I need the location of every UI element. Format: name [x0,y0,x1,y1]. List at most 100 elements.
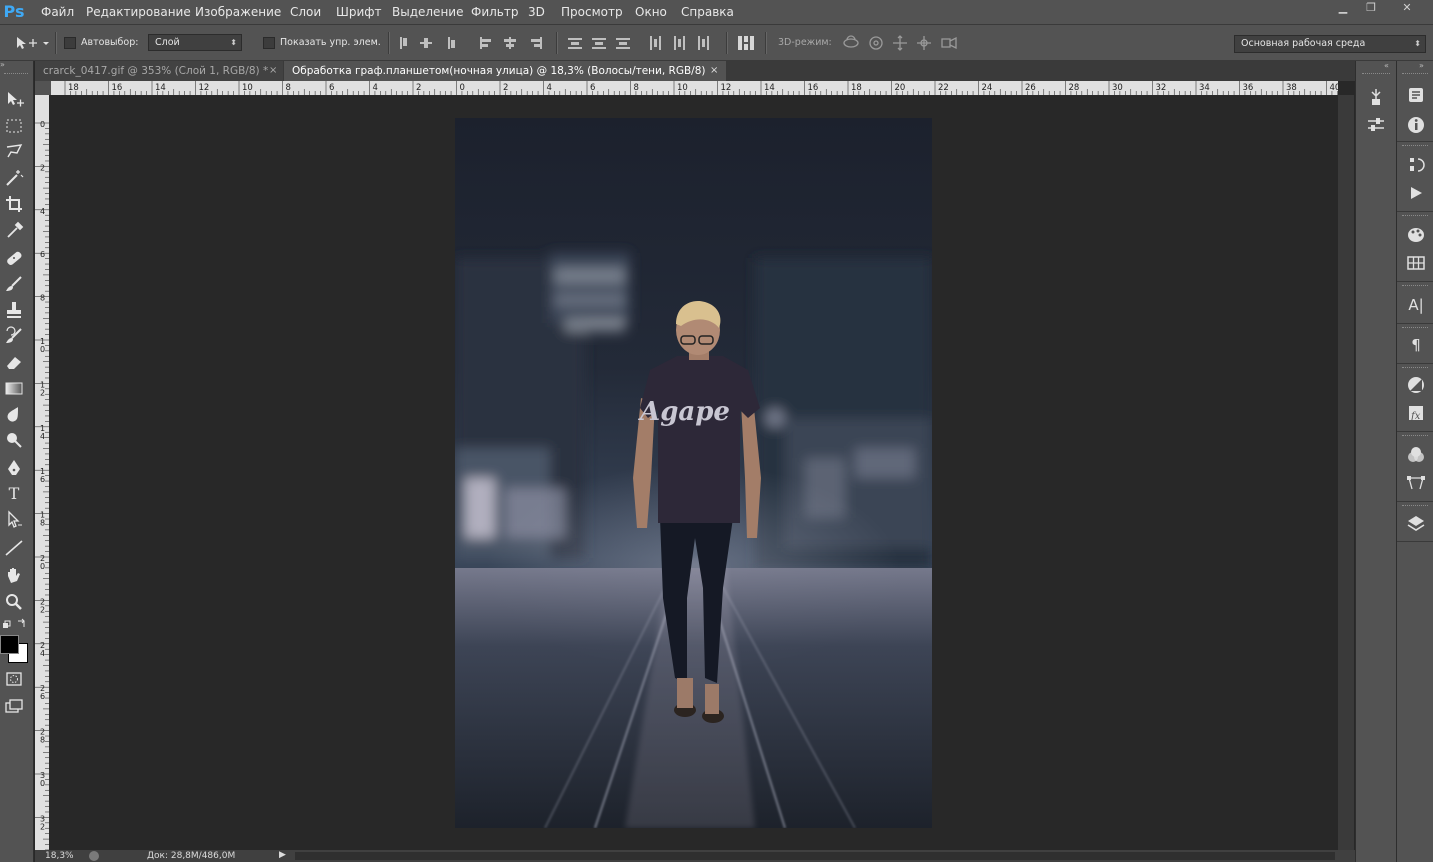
divider [1397,141,1433,142]
brush-presets-button[interactable] [1366,87,1386,107]
line-tool[interactable] [3,537,25,559]
collapse-toolbox-icon[interactable]: » [0,61,33,69]
close-tab-icon[interactable]: × [710,61,718,81]
color-swap-row [2,617,30,631]
menu-window[interactable]: Окно [635,0,667,24]
tool-presets-button[interactable] [1366,115,1386,135]
styles-panel-button[interactable] [1406,253,1426,273]
tab-document-2[interactable]: Обработка граф.планшетом(ночная улица) @… [284,61,726,81]
workspace-dropdown[interactable]: Основная рабочая среда ⬍ [1234,35,1426,53]
close-window-button[interactable]: ✕ [1386,0,1428,16]
divider [556,32,558,54]
divider [1397,541,1433,542]
panel-grip[interactable] [1402,505,1428,509]
paths-panel-button[interactable] [1406,473,1426,493]
dodge-tool[interactable] [3,429,25,451]
distribute-group [566,35,716,51]
menu-select[interactable]: Выделение [392,0,463,24]
styles-fx-panel-button[interactable]: fx [1406,403,1426,423]
horizontal-scrollbar[interactable] [295,852,1335,860]
ruler-origin[interactable] [35,81,51,95]
move-tool[interactable] [3,89,25,111]
panel-grip[interactable] [1402,327,1428,331]
vertical-scrollbar[interactable] [1338,95,1354,850]
healing-brush-tool[interactable] [3,247,25,269]
auto-align-icon[interactable] [737,34,755,52]
paragraph-panel-button[interactable]: ¶ [1406,335,1426,355]
divider [765,32,767,54]
menu-help[interactable]: Справка [681,0,734,24]
history-brush-tool[interactable] [3,325,25,347]
magic-wand-tool[interactable] [3,167,25,189]
updown-arrow-icon: ⬍ [230,38,237,47]
crop-tool[interactable] [3,193,25,215]
screen-mode-button[interactable] [3,695,25,717]
brush-tool[interactable] [3,273,25,295]
panel-grip[interactable] [1402,367,1428,371]
panel-grip[interactable] [1402,285,1428,289]
close-tab-icon[interactable]: × [269,61,277,81]
menu-view[interactable]: Просмотр [561,0,623,24]
tool-preset-picker[interactable] [14,35,50,51]
toolbox-grip[interactable] [4,73,28,77]
tab-document-1[interactable]: crarck_0417.gif @ 353% (Слой 1, RGB/8) *… [35,61,283,81]
lasso-tool[interactable] [3,141,25,163]
document-image[interactable]: Agape [455,118,932,828]
divider [1397,501,1433,502]
adjustments-panel-button[interactable] [1406,375,1426,395]
swatches-panel-button[interactable] [1406,225,1426,245]
3d-pan-icon [893,35,907,51]
collapse-panels-icon[interactable]: » [1419,61,1424,70]
rect-marquee-icon [6,119,22,133]
zoom-tool[interactable] [3,591,25,613]
path-selection-tool[interactable] [3,509,25,531]
blur-tool[interactable] [3,403,25,425]
actions-panel-button[interactable] [1406,183,1426,203]
eyedropper-icon [7,221,24,238]
gradient-tool[interactable] [3,377,25,399]
pen-tool[interactable] [3,457,25,479]
minimize-button[interactable]: ▁ [1330,0,1356,16]
channels-panel-button[interactable] [1406,445,1426,465]
expand-panels-icon[interactable]: « [1384,61,1389,70]
layer-comps-button[interactable] [1406,155,1426,175]
eyedropper-tool[interactable] [3,219,25,241]
panel-grip[interactable] [1402,145,1428,149]
menu-layers[interactable]: Слои [290,0,321,24]
ruler-label: 2 [40,388,45,397]
foreground-color-swatch[interactable] [0,635,19,654]
eraser-icon [7,357,21,369]
brush-icon [6,276,22,291]
status-menu-arrow-icon[interactable]: ▶ [279,850,286,860]
adjustments-icon [1408,377,1424,393]
panel-grip[interactable] [1402,215,1428,219]
zoom-level[interactable]: 18,3% [45,851,74,861]
panel-grip[interactable] [1402,73,1428,77]
menu-file[interactable]: Файл [41,0,74,24]
status-info-icon[interactable] [89,851,99,861]
app-logo: Ps [3,2,25,21]
type-tool[interactable]: T [3,483,25,505]
clone-stamp-tool[interactable] [3,299,25,321]
menu-3d[interactable]: 3D [528,0,545,24]
info-panel-button[interactable] [1406,115,1426,135]
updown-arrow-icon: ⬍ [1414,39,1421,48]
marquee-tool[interactable] [3,115,25,137]
character-panel-button[interactable]: A| [1406,295,1426,315]
hand-tool[interactable] [3,565,25,587]
menu-filter[interactable]: Фильтр [471,0,518,24]
menu-type[interactable]: Шрифт [336,0,382,24]
menu-image[interactable]: Изображение [195,0,281,24]
layers-panel-button[interactable] [1406,513,1426,533]
menu-edit[interactable]: Редактирование [86,0,191,24]
eraser-tool[interactable] [3,351,25,373]
restore-button[interactable]: ❐ [1358,0,1384,16]
panel-grip[interactable] [1362,73,1390,77]
autoselect-checkbox[interactable] [64,37,76,49]
autoselect-dropdown[interactable]: Слой ⬍ [148,34,242,51]
quick-mask-button[interactable] [3,668,25,690]
history-brush-icon [6,326,22,343]
show-transform-checkbox[interactable] [263,37,275,49]
history-panel-button[interactable] [1406,85,1426,105]
panel-grip[interactable] [1402,435,1428,439]
